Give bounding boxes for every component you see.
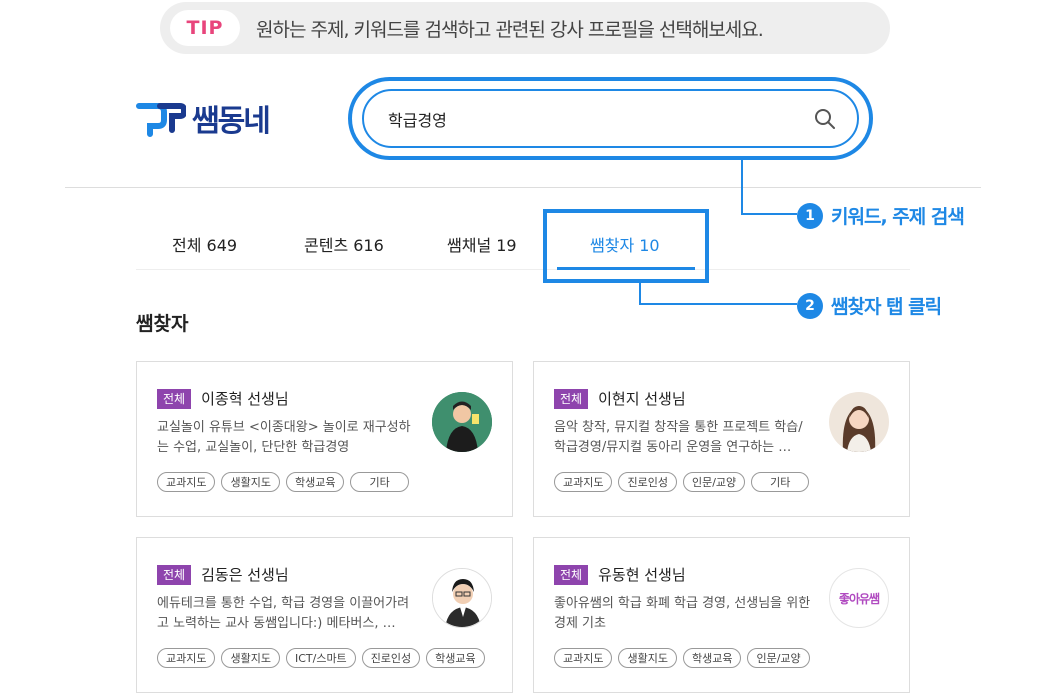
logo-text: 쌤동네 [192, 104, 271, 139]
callout-connector [639, 303, 797, 305]
section-title: 쌤찾자 [136, 313, 189, 335]
logo-icon [136, 103, 186, 137]
callout-text: 쌤찾자 탭 클릭 [831, 296, 942, 318]
card-header: 전체 이현지 선생님 [554, 388, 686, 409]
tag[interactable]: 생활지도 [618, 648, 677, 668]
callout-connector [741, 213, 797, 215]
tag-list: 교과지도 생활지도 학생교육 인문/교양 [554, 648, 810, 668]
category-badge: 전체 [157, 564, 192, 585]
teacher-name[interactable]: 유동현 선생님 [598, 564, 686, 585]
teacher-avatar [829, 392, 889, 452]
tag[interactable]: 기타 [751, 472, 810, 492]
tag[interactable]: 기타 [350, 472, 409, 492]
teacher-description: 에듀테크를 통한 수업, 학급 경영을 이끌어가려고 노력하는 교사 동쌤입니다… [157, 596, 410, 631]
header-divider [65, 187, 981, 188]
tag[interactable]: 인문/교양 [682, 472, 746, 492]
teacher-card[interactable]: 전체 유동현 선생님 좋아유쌤의 학급 화폐 학급 경영, 선생님을 위한 경제… [533, 537, 910, 693]
teacher-avatar [432, 568, 492, 628]
teacher-description: 음악 창작, 뮤지컬 창작을 통한 프로젝트 학습/학급경영/뮤지컬 동아리 운… [554, 420, 803, 455]
tag[interactable]: 교과지도 [157, 472, 216, 492]
category-badge: 전체 [554, 388, 589, 409]
tag[interactable]: 생활지도 [221, 472, 280, 492]
tab-contents[interactable]: 콘텐츠 616 [304, 232, 384, 256]
tag[interactable]: 학생교육 [682, 648, 742, 668]
callout-connector [639, 283, 641, 305]
card-header: 전체 김동은 선생님 [157, 564, 289, 585]
category-badge: 전체 [157, 388, 192, 409]
avatar-logo-text: 좋아유쌤 [838, 591, 880, 606]
teacher-card[interactable]: 전체 김동은 선생님 에듀테크를 통한 수업, 학급 경영을 이끌어가려고 노력… [136, 537, 513, 693]
teacher-name[interactable]: 이현지 선생님 [598, 388, 686, 409]
callout-2: 2 쌤찾자 탭 클릭 [797, 292, 942, 319]
teacher-name[interactable]: 이종혁 선생님 [201, 388, 289, 409]
search-icon[interactable] [813, 107, 837, 131]
site-logo[interactable]: 쌤동네 [136, 96, 271, 140]
tag[interactable]: 생활지도 [221, 648, 280, 668]
tag[interactable]: 진로인성 [361, 648, 421, 668]
category-badge: 전체 [554, 564, 589, 585]
card-header: 전체 유동현 선생님 [554, 564, 686, 585]
teacher-card[interactable]: 전체 이종혁 선생님 교실놀이 유튜브 <이종대왕> 놀이로 재구성하는 수업,… [136, 361, 513, 517]
teacher-name[interactable]: 김동은 선생님 [201, 564, 289, 585]
tab-bar: 전체 649 콘텐츠 616 쌤채널 19 쌤찾자 10 [136, 220, 910, 270]
tab-highlight [543, 209, 709, 283]
tip-banner: TIP 원하는 주제, 키워드를 검색하고 관련된 강사 프로필을 선택해보세요… [160, 2, 890, 54]
teacher-description: 좋아유쌤의 학급 화폐 학급 경영, 선생님을 위한 경제 기초 [554, 596, 811, 631]
teacher-avatar: 좋아유쌤 [829, 568, 889, 628]
tag[interactable]: 교과지도 [157, 648, 216, 668]
tag[interactable]: 인문/교양 [747, 648, 810, 668]
tag[interactable]: 학생교육 [285, 472, 345, 492]
teacher-description: 교실놀이 유튜브 <이종대왕> 놀이로 재구성하는 수업, 교실놀이, 단단한 … [157, 420, 411, 455]
teacher-card[interactable]: 전체 이현지 선생님 음악 창작, 뮤지컬 창작을 통한 프로젝트 학습/학급경… [533, 361, 910, 517]
tab-channel[interactable]: 쌤채널 19 [447, 232, 517, 256]
teacher-avatar [432, 392, 492, 452]
tag[interactable]: 진로인성 [618, 472, 677, 492]
callout-connector [741, 160, 743, 215]
search-bar[interactable] [362, 89, 859, 148]
tab-all[interactable]: 전체 649 [172, 232, 237, 256]
tag-list: 교과지도 생활지도 ICT/스마트 진로인성 학생교육 [157, 648, 485, 668]
card-header: 전체 이종혁 선생님 [157, 388, 289, 409]
tip-text: 원하는 주제, 키워드를 검색하고 관련된 강사 프로필을 선택해보세요. [256, 18, 764, 41]
tag[interactable]: 교과지도 [554, 648, 613, 668]
tag[interactable]: 학생교육 [426, 648, 485, 668]
callout-number: 2 [797, 292, 823, 319]
tag[interactable]: 교과지도 [554, 472, 613, 492]
tag[interactable]: ICT/스마트 [285, 648, 356, 668]
tip-badge: TIP [170, 10, 240, 46]
search-input[interactable] [388, 109, 813, 128]
tag-list: 교과지도 진로인성 인문/교양 기타 [554, 472, 810, 492]
tag-list: 교과지도 생활지도 학생교육 기타 [157, 472, 409, 492]
